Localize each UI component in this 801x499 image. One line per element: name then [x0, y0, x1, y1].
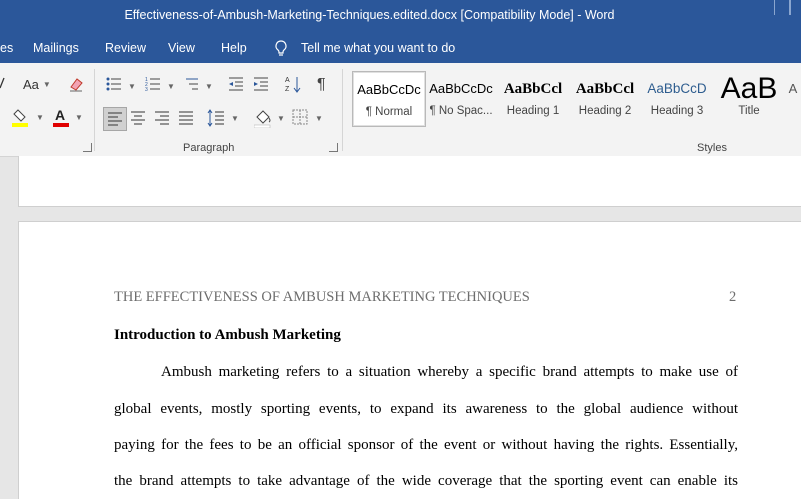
tab-mailings[interactable]: Mailings	[33, 41, 79, 55]
paragraph-dialog-launcher-icon[interactable]	[329, 143, 338, 152]
svg-text:A: A	[285, 77, 290, 84]
tab-view[interactable]: View	[168, 41, 195, 55]
align-right-icon[interactable]	[154, 110, 170, 131]
multilevel-list-icon[interactable]	[184, 76, 200, 97]
ribbon: Aa ▼ ▼ A ▼ ▼ 123 ▼ ▼ AZ ¶ ▼ ▼ ▼ Paragrap…	[0, 63, 801, 157]
line-spacing-dropdown-icon[interactable]: ▼	[231, 114, 239, 123]
style-title-name: Title	[738, 105, 760, 117]
style-heading-1-name: Heading 1	[506, 105, 560, 117]
show-formatting-marks-icon[interactable]: ¶	[317, 76, 326, 94]
style-title-preview: AaB	[720, 72, 778, 105]
window-title: Effectiveness-of-Ambush-Marketing-Techni…	[124, 8, 615, 22]
borders-icon[interactable]	[292, 109, 308, 130]
shading-dropdown-icon[interactable]: ▼	[277, 114, 285, 123]
window-control-left-edge[interactable]	[774, 0, 790, 15]
tab-help[interactable]: Help	[221, 41, 247, 55]
numbering-icon[interactable]: 123	[145, 76, 161, 97]
style-title[interactable]: AaB Title	[713, 71, 785, 125]
document-page[interactable]: THE EFFECTIVENESS OF AMBUSH MARKETING TE…	[18, 221, 801, 499]
font-color-icon[interactable]: A	[53, 107, 71, 132]
svg-text:3: 3	[145, 87, 148, 92]
style-no-spacing-preview: AaBbCcDc	[429, 81, 493, 96]
style-heading-1[interactable]: AaBbCcl Heading 1	[497, 71, 569, 125]
highlight-color-icon[interactable]	[12, 107, 32, 132]
sort-icon[interactable]: AZ	[285, 75, 301, 98]
svg-text:A: A	[55, 107, 65, 123]
numbering-dropdown-icon[interactable]: ▼	[167, 82, 175, 91]
style-heading-3-name: Heading 3	[650, 105, 704, 117]
highlight-color-dropdown-icon[interactable]: ▼	[36, 113, 44, 122]
style-no-spacing[interactable]: AaBbCcDc ¶ No Spac...	[425, 71, 497, 125]
window-control-right-edge[interactable]	[790, 0, 801, 15]
clear-formatting-icon[interactable]	[68, 76, 84, 97]
section-heading: Introduction to Ambush Marketing	[114, 327, 341, 343]
style-heading-3-preview: AaBbCcD	[647, 81, 707, 96]
tab-references-partial[interactable]: es	[0, 41, 13, 55]
body-line: paying for the fees to be an official sp…	[114, 437, 738, 453]
align-center-icon[interactable]	[130, 110, 146, 131]
tell-me-search[interactable]: Tell me what you want to do	[301, 41, 455, 55]
multilevel-list-dropdown-icon[interactable]: ▼	[205, 82, 213, 91]
change-case-label: Aa	[23, 77, 39, 92]
style-heading-2-preview: AaBbCcl	[575, 81, 635, 97]
style-subtitle-partial-preview: A	[788, 81, 798, 96]
line-spacing-icon[interactable]	[207, 109, 225, 132]
previous-page-bottom	[18, 156, 801, 207]
bullets-dropdown-icon[interactable]: ▼	[128, 82, 136, 91]
title-bar: Effectiveness-of-Ambush-Marketing-Techni…	[0, 0, 801, 33]
style-heading-2[interactable]: AaBbCcl Heading 2	[569, 71, 641, 125]
running-head: THE EFFECTIVENESS OF AMBUSH MARKETING TE…	[114, 289, 530, 305]
change-case-button[interactable]: Aa ▼	[23, 76, 51, 96]
lightbulb-icon[interactable]	[274, 40, 288, 61]
shading-icon[interactable]	[253, 108, 272, 133]
style-heading-3[interactable]: AaBbCcD Heading 3	[641, 71, 713, 125]
justify-icon[interactable]	[178, 110, 194, 131]
font-color-dropdown-icon[interactable]: ▼	[75, 113, 83, 122]
group-separator	[342, 69, 343, 151]
style-normal[interactable]: AaBbCcDc ¶ Normal	[352, 71, 426, 127]
align-left-icon[interactable]	[103, 107, 127, 131]
borders-dropdown-icon[interactable]: ▼	[315, 114, 323, 123]
increase-indent-icon[interactable]	[253, 76, 269, 97]
style-heading-1-preview: AaBbCcl	[503, 81, 563, 97]
body-line: global events, mostly sporting events, t…	[114, 401, 738, 417]
style-heading-2-name: Heading 2	[578, 105, 632, 117]
bullets-icon[interactable]	[106, 76, 122, 97]
svg-text:Z: Z	[285, 86, 290, 93]
body-line: Ambush marketing refers to a situation w…	[161, 364, 738, 380]
style-subtitle-partial[interactable]: A	[785, 71, 801, 125]
style-normal-preview: AaBbCcDc	[357, 82, 421, 97]
group-separator	[94, 69, 95, 151]
ribbon-tabs: es Mailings Review View Help Tell me wha…	[0, 33, 801, 63]
body-line: the brand attempts to take advantage of …	[114, 473, 738, 489]
tab-review[interactable]: Review	[105, 41, 146, 55]
font-size-increase-partial-icon[interactable]	[0, 76, 6, 95]
styles-group-label: Styles	[697, 142, 727, 154]
chevron-down-icon: ▼	[42, 80, 51, 89]
style-normal-name: ¶ Normal	[365, 106, 413, 118]
decrease-indent-icon[interactable]	[228, 76, 244, 97]
page-number: 2	[729, 289, 737, 305]
font-dialog-launcher-icon[interactable]	[83, 143, 92, 152]
style-no-spacing-name: ¶ No Spac...	[429, 105, 493, 117]
paragraph-group-label: Paragraph	[183, 142, 235, 154]
